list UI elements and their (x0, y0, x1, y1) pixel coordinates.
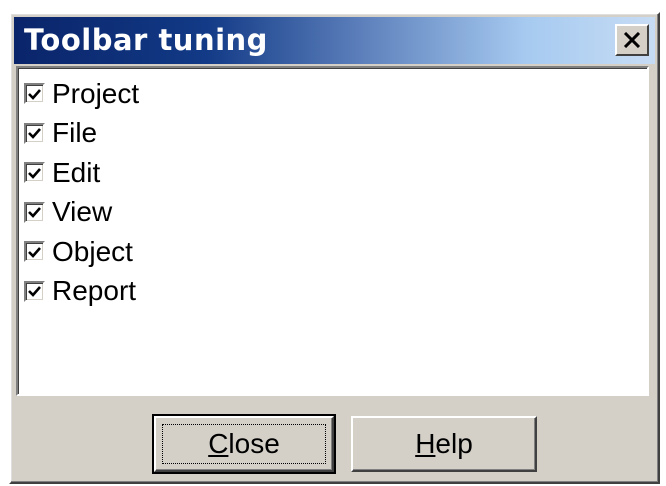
checkbox-file[interactable] (24, 122, 45, 144)
list-item-label: Report (52, 275, 137, 307)
title-bar[interactable]: Toolbar tuning (14, 17, 655, 64)
list-item-label: Edit (52, 156, 101, 188)
toolbar-checklist[interactable]: Project File Edit View Object Report (16, 66, 649, 396)
checkmark-icon (28, 128, 41, 140)
focus-rectangle (162, 424, 326, 464)
help-button[interactable]: Help (351, 416, 537, 472)
close-icon (623, 32, 641, 48)
list-item-report[interactable]: Report (18, 272, 647, 312)
list-item-file[interactable]: File (18, 114, 647, 154)
checkbox-object[interactable] (24, 241, 45, 263)
window-title: Toolbar tuning (24, 23, 268, 57)
list-item-label: Project (52, 77, 140, 109)
toolbar-tuning-dialog: Toolbar tuning Project File Edit View Ob… (9, 12, 660, 484)
close-button[interactable]: Close (152, 414, 336, 474)
list-item-label: File (52, 117, 98, 149)
checkbox-project[interactable] (24, 83, 45, 105)
list-item-label: View (52, 196, 113, 228)
list-item-project[interactable]: Project (18, 74, 647, 114)
checkmark-icon (28, 88, 41, 100)
list-item-label: Object (52, 235, 133, 267)
help-button-label-rest: elp (435, 428, 473, 459)
checkbox-edit[interactable] (24, 162, 45, 184)
checkmark-icon (28, 286, 41, 298)
checkbox-view[interactable] (24, 201, 45, 223)
checkbox-report[interactable] (24, 280, 45, 302)
list-item-object[interactable]: Object (18, 232, 647, 272)
close-window-button[interactable] (615, 24, 649, 56)
checkmark-icon (28, 167, 41, 179)
checkmark-icon (28, 207, 41, 219)
list-item-edit[interactable]: Edit (18, 153, 647, 193)
help-button-mnemonic: H (415, 428, 436, 459)
checkmark-icon (28, 246, 41, 258)
list-item-view[interactable]: View (18, 193, 647, 233)
